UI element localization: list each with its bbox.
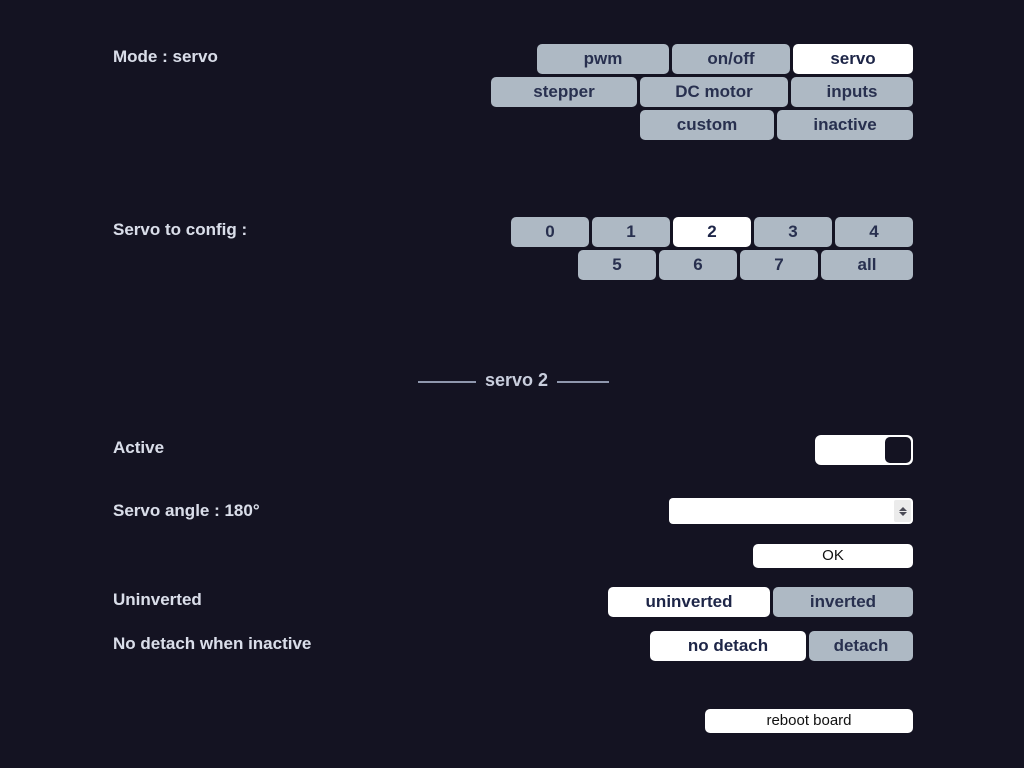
servo-index-0[interactable]: 0 [511,217,589,247]
active-row: Active [113,435,913,465]
divider-line-left [418,381,476,383]
mode-option-inactive[interactable]: inactive [777,110,913,140]
servo-index-1[interactable]: 1 [592,217,670,247]
detach-option-detach[interactable]: detach [809,631,913,661]
mode-option-dc-motor[interactable]: DC motor [640,77,788,107]
mode-label: Mode : servo [113,47,218,66]
servo-angle-spinner[interactable] [894,500,911,522]
inverted-option-uninverted[interactable]: uninverted [608,587,770,617]
inverted-option-inverted[interactable]: inverted [773,587,913,617]
servo-index-5[interactable]: 5 [578,250,656,280]
servo-to-config-label: Servo to config : [113,220,248,239]
servo-to-config-row: Servo to config : 0 1 2 3 4 5 6 7 all [113,217,913,280]
detach-row: No detach when inactive no detach detach [113,631,913,661]
inverted-label: Uninverted [113,590,202,609]
reboot-board-button[interactable]: reboot board [705,709,913,733]
ok-button[interactable]: OK [753,544,913,568]
servo-index-7[interactable]: 7 [740,250,818,280]
divider-line-right [557,381,610,383]
section-divider: servo 2 [418,371,612,393]
servo-angle-label: Servo angle : 180° [113,501,260,520]
servo-angle-row: Servo angle : 180° [113,498,913,524]
servo-index-3[interactable]: 3 [754,217,832,247]
servo-index-6[interactable]: 6 [659,250,737,280]
servo-angle-input-wrapper[interactable] [669,498,913,524]
detach-label: No detach when inactive [113,634,312,653]
mode-option-stepper[interactable]: stepper [491,77,637,107]
servo-index-2[interactable]: 2 [673,217,751,247]
servo-index-button-group: 0 1 2 3 4 5 6 7 all [483,217,913,280]
chevron-down-icon[interactable] [898,511,907,516]
mode-option-servo[interactable]: servo [793,44,913,74]
servo-config-page: Mode : servo pwm on/off servo stepper DC… [0,0,1024,768]
chevron-up-icon[interactable] [898,506,907,511]
mode-option-custom[interactable]: custom [640,110,774,140]
active-label: Active [113,438,165,457]
detach-button-group: no detach detach [650,631,913,661]
active-toggle[interactable] [815,435,913,465]
detach-option-no-detach[interactable]: no detach [650,631,806,661]
servo-index-all[interactable]: all [821,250,913,280]
section-title: servo 2 [485,370,549,390]
active-toggle-knob [885,437,911,463]
mode-option-inputs[interactable]: inputs [791,77,913,107]
mode-button-group: pwm on/off servo stepper DC motor inputs… [483,44,913,140]
inverted-row: Uninverted uninverted inverted [113,587,913,617]
mode-row: Mode : servo pwm on/off servo stepper DC… [113,44,913,140]
mode-option-onoff[interactable]: on/off [672,44,790,74]
inverted-button-group: uninverted inverted [608,587,913,617]
mode-option-pwm[interactable]: pwm [537,44,669,74]
servo-index-4[interactable]: 4 [835,217,913,247]
